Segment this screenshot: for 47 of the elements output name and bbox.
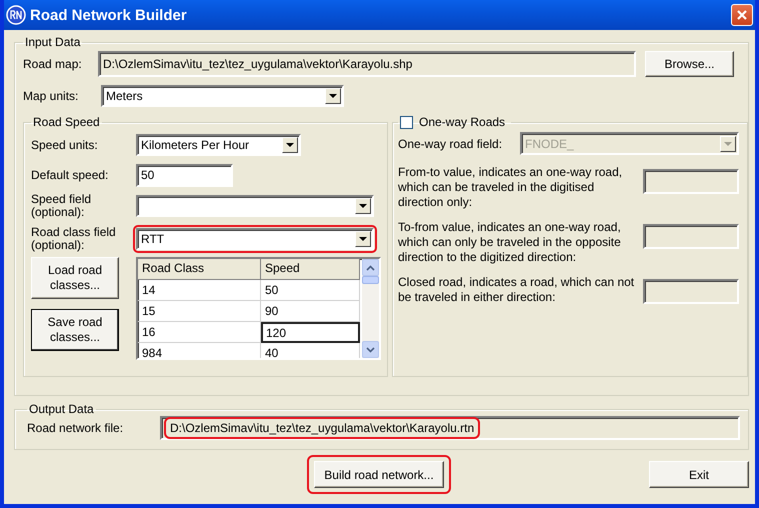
- value-description: To-from value, indicates an one-way road, which can only be traveled in the opposite direction to the digitized direction:: [398, 220, 622, 265]
- table-cell: 15: [138, 301, 261, 322]
- speed-units-dropdown[interactable]: Kilometers Per Hour: [136, 134, 301, 156]
- scroll-up-icon[interactable]: [362, 259, 379, 276]
- field-label: One-way road field:: [398, 136, 504, 150]
- default-speed-input[interactable]: 50: [136, 164, 233, 186]
- value-description: From-to value, indicates an one-way road, which can be traveled in the digitised direction only:: [398, 165, 624, 210]
- close-button[interactable]: [731, 4, 753, 26]
- road-network-file-field[interactable]: D:\OzlemSimav\itu_tez\tez_uygulama\vektor\Karayolu.rtn: [160, 416, 740, 440]
- close-icon: [736, 9, 748, 21]
- field-label: Map units:: [23, 89, 80, 103]
- road-map-field[interactable]: D:\OzlemSimav\itu_tez\tez_uygulama\vektor\Karayolu.shp: [98, 51, 636, 77]
- field-label: Road class field (optional):: [31, 226, 117, 252]
- table-cell[interactable]: 90: [261, 301, 360, 322]
- table-cell[interactable]: 40: [261, 343, 360, 358]
- scroll-thumb[interactable]: [362, 276, 379, 284]
- value-description: Closed road, indicates a road, which can not be traveled in either direction:: [398, 275, 636, 305]
- field-label: Default speed:: [31, 168, 110, 182]
- table-cell[interactable]: 50: [261, 280, 360, 301]
- table-cell: 16: [138, 322, 261, 343]
- field-label: Speed units:: [31, 138, 99, 152]
- field-label: Speed field (optional):: [31, 193, 92, 219]
- group-title: Output Data: [28, 402, 95, 416]
- column-header[interactable]: Speed: [261, 259, 360, 280]
- field-label: Road map:: [23, 57, 83, 71]
- checkbox-label[interactable]: One-way Roads: [419, 115, 506, 129]
- checkbox[interactable]: [400, 116, 413, 128]
- scroll-down-icon[interactable]: [362, 341, 379, 358]
- group-title: Road Speed: [32, 115, 101, 129]
- window-title: Road Network Builder: [30, 6, 188, 24]
- road-class-dropdown[interactable]: RTT: [133, 225, 377, 253]
- field-label: Road network file:: [27, 421, 124, 435]
- save-road-classes-button[interactable]: Save road classes...: [31, 309, 119, 351]
- exit-button[interactable]: Exit: [649, 461, 749, 488]
- file-path: D:\OzlemSimav\itu_tez\tez_uygulama\vektor\Karayolu.rtn: [164, 417, 480, 439]
- browse-button[interactable]: Browse...: [645, 51, 734, 77]
- table-cell: 14: [138, 280, 261, 301]
- scroll-bar[interactable]: [362, 259, 379, 358]
- speed-field-dropdown[interactable]: [136, 195, 374, 217]
- group-title: Input Data: [24, 35, 82, 49]
- table-cell: 984: [138, 343, 261, 358]
- column-header[interactable]: Road Class: [138, 259, 261, 280]
- build-road-network-button[interactable]: Build road network...: [307, 455, 451, 494]
- map-units-dropdown[interactable]: Meters: [101, 85, 344, 107]
- load-road-classes-button[interactable]: Load road classes...: [31, 257, 119, 299]
- app-logo-icon: [6, 5, 26, 25]
- table-cell[interactable]: 120: [261, 322, 360, 343]
